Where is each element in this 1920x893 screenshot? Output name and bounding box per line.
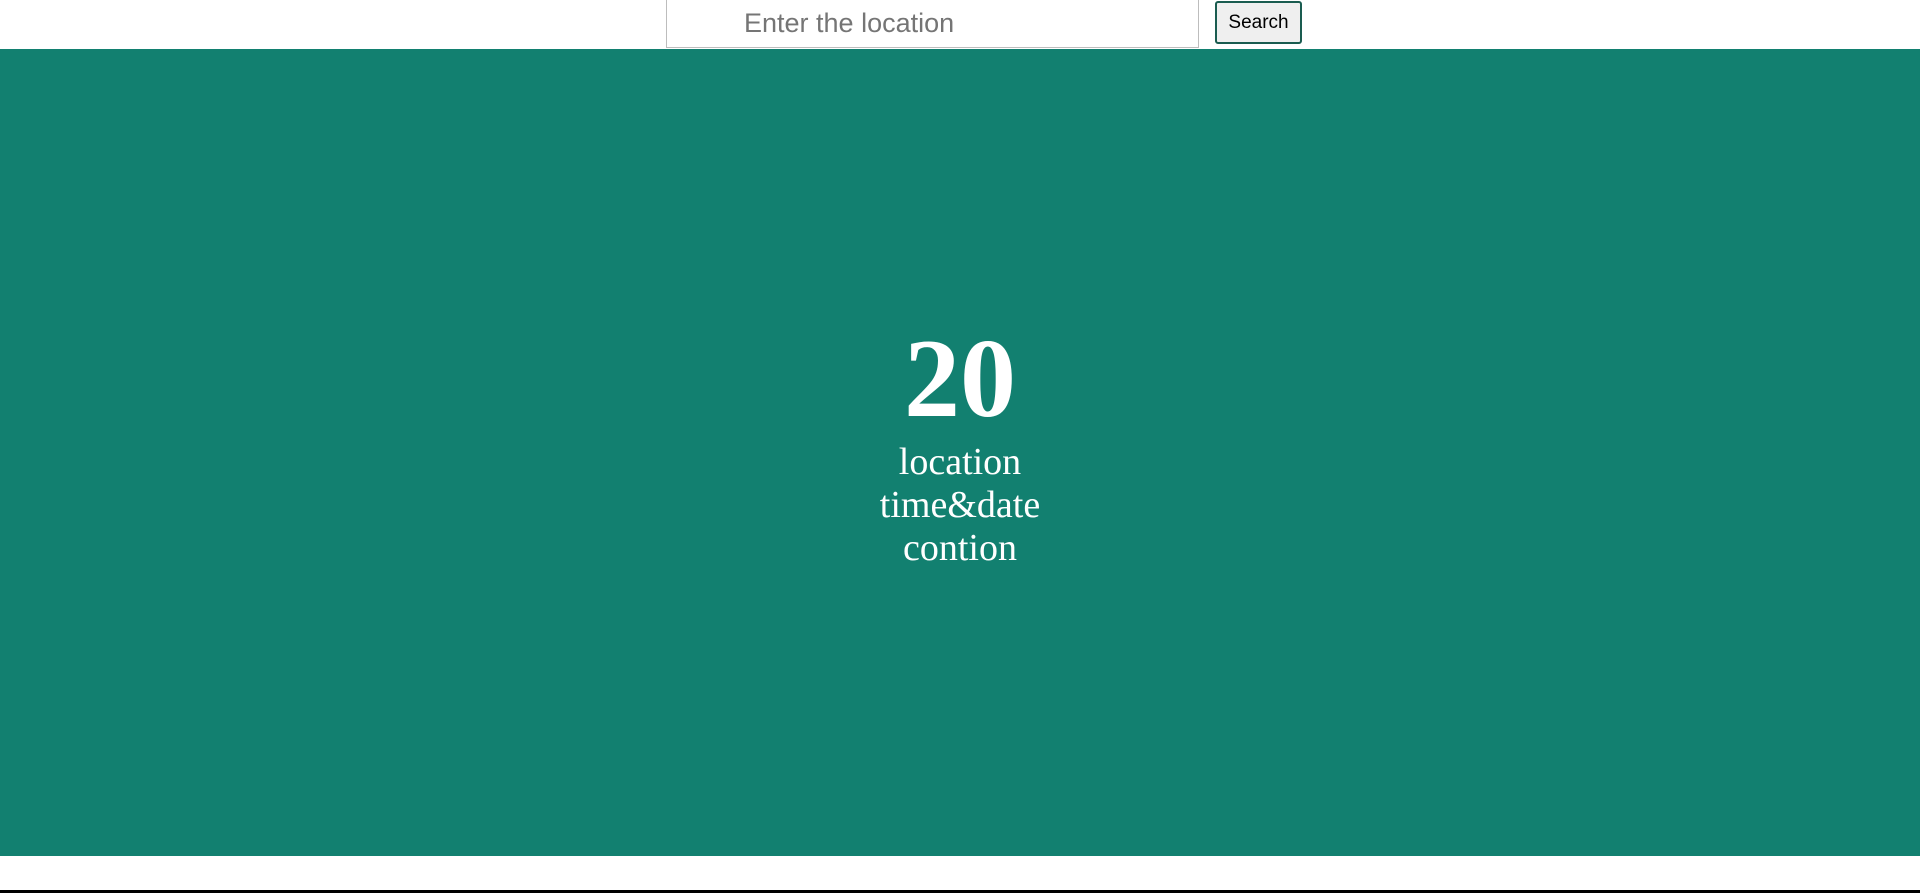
time-date-label: time&date [879, 484, 1041, 526]
weather-panel: 20 location time&date contion [0, 49, 1920, 856]
location-search-input[interactable] [666, 0, 1199, 48]
search-bar: Search [0, 0, 1920, 49]
temperature-value: 20 [903, 317, 1016, 441]
condition-label: contion [903, 527, 1017, 569]
location-label: location [898, 441, 1022, 483]
search-button[interactable]: Search [1215, 1, 1302, 44]
weather-info: 20 location time&date contion [880, 323, 1040, 570]
